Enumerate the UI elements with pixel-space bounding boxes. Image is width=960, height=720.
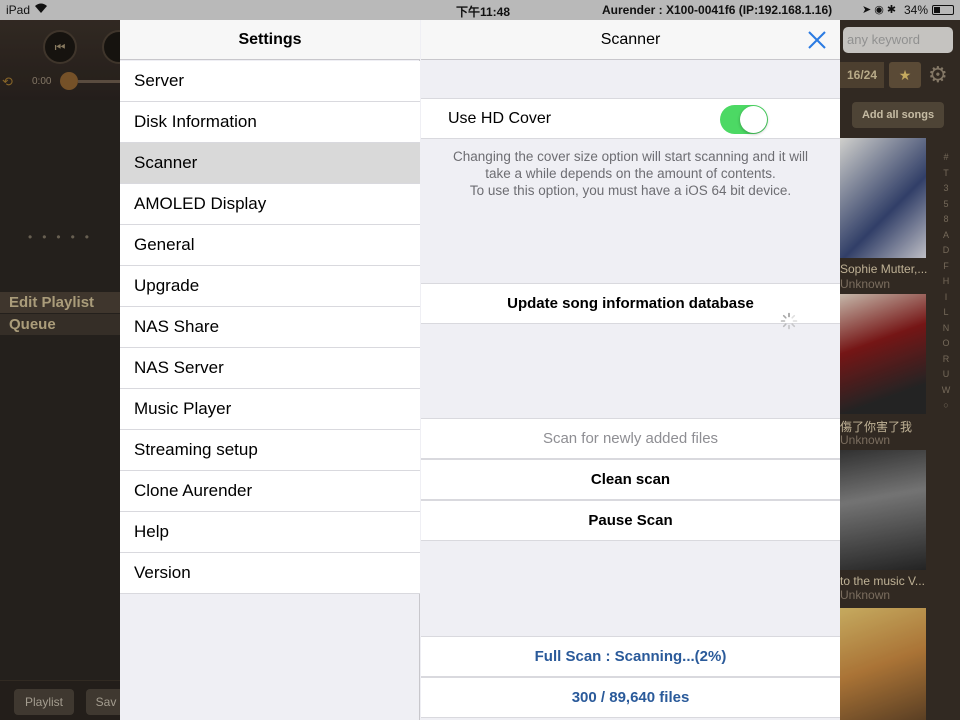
clean-scan-button[interactable]: Clean scan	[421, 459, 840, 500]
note-line: take a while depends on the amount of co…	[485, 166, 776, 181]
settings-item-disk-information[interactable]: Disk Information	[120, 102, 420, 143]
settings-item-scanner[interactable]: Scanner	[120, 143, 420, 184]
settings-item-clone-aurender[interactable]: Clone Aurender	[120, 471, 420, 512]
toggle-knob	[740, 106, 767, 133]
settings-item-version[interactable]: Version	[120, 553, 420, 594]
settings-item-upgrade[interactable]: Upgrade	[120, 266, 420, 307]
device-connection-title: Aurender : X100-0041f6 (IP:192.168.1.16)	[602, 3, 833, 17]
scanner-navbar: Scanner	[421, 20, 840, 60]
clock: 下午11:48	[456, 5, 511, 19]
device-label: iPad	[6, 3, 31, 17]
hd-cover-toggle[interactable]	[720, 105, 768, 134]
settings-item-nas-share[interactable]: NAS Share	[120, 307, 420, 348]
note-line: Changing the cover size option will star…	[453, 149, 808, 164]
settings-item-amoled-display[interactable]: AMOLED Display	[120, 184, 420, 225]
close-icon[interactable]	[806, 29, 828, 51]
settings-title: Settings	[120, 20, 420, 60]
update-database-button[interactable]: Update song information database	[421, 283, 840, 324]
scanner-title: Scanner	[600, 31, 661, 48]
hd-cover-label: Use HD Cover	[448, 110, 552, 127]
loading-spinner-icon	[780, 312, 798, 330]
settings-item-general[interactable]: General	[120, 225, 420, 266]
scan-file-count: 300 / 89,640 files	[421, 677, 840, 718]
scan-status: Full Scan : Scanning...(2%)	[421, 636, 840, 677]
settings-item-music-player[interactable]: Music Player	[120, 389, 420, 430]
hd-cover-row: Use HD Cover	[421, 98, 840, 139]
note-line: To use this option, you must have a iOS …	[469, 183, 792, 198]
wifi-icon	[34, 3, 48, 17]
settings-item-server[interactable]: Server	[120, 61, 420, 102]
scanner-detail-pane: Scanner Use HD Cover Changing the cover …	[421, 20, 840, 720]
settings-item-streaming-setup[interactable]: Streaming setup	[120, 430, 420, 471]
hd-cover-note: Changing the cover size option will star…	[421, 148, 840, 199]
status-bar: iPad 下午11:48 Aurender : X100-0041f6 (IP:…	[0, 0, 960, 20]
settings-master-pane: Settings Server Disk Information Scanner…	[120, 20, 420, 720]
settings-modal: Settings Server Disk Information Scanner…	[120, 20, 840, 720]
scan-new-files-button[interactable]: Scan for newly added files	[421, 418, 840, 459]
settings-item-help[interactable]: Help	[120, 512, 420, 553]
status-icons: ➤ ◉ ✱	[862, 4, 897, 16]
battery-icon	[932, 5, 954, 15]
pause-scan-button[interactable]: Pause Scan	[421, 500, 840, 541]
settings-menu: Server Disk Information Scanner AMOLED D…	[120, 61, 420, 594]
battery-percent: 34%	[904, 3, 929, 17]
settings-item-nas-server[interactable]: NAS Server	[120, 348, 420, 389]
